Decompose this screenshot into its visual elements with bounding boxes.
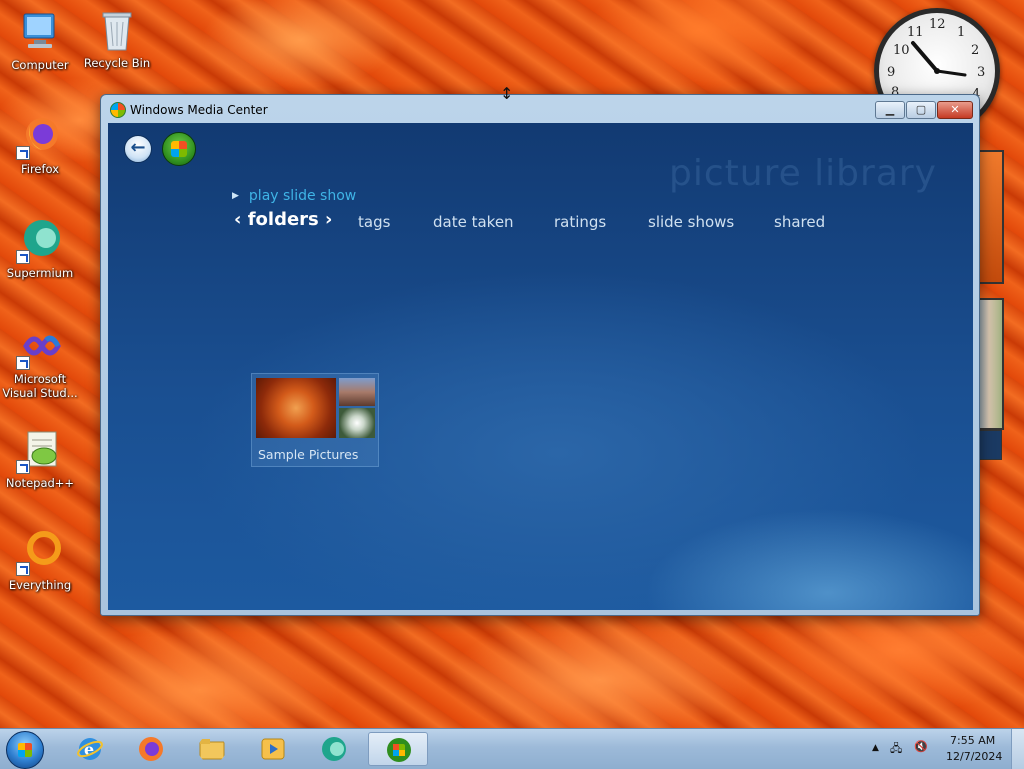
shortcut-arrow-icon [16, 562, 30, 576]
folder-thumbnail-main [256, 378, 336, 438]
section-title: picture library [668, 153, 937, 194]
notepad-plus-plus-icon [16, 426, 64, 474]
desktop-icon-computer[interactable]: Computer [0, 8, 80, 72]
show-hidden-icons-icon[interactable]: ▲ [872, 743, 879, 753]
tab-shared[interactable]: shared [774, 213, 825, 231]
visual-studio-icon [16, 322, 64, 370]
tab-ratings[interactable]: ratings [554, 213, 606, 231]
desktop-icon-label: Firefox [20, 162, 60, 176]
clock-date[interactable]: 12/7/2024 [946, 750, 1002, 763]
window-titlebar[interactable]: Windows Media Center ▁ ▢ ✕ [101, 95, 979, 123]
chevron-left-icon: ‹ [234, 209, 242, 230]
taskbar: e ▲ 🖧 🔇 7:55 AM 12/7/2024 [0, 728, 1024, 769]
shortcut-arrow-icon [16, 146, 30, 160]
calendar-gadget[interactable] [976, 150, 1004, 284]
desktop-icon-label: Everything [8, 578, 72, 592]
shortcut-arrow-icon [16, 250, 30, 264]
everything-search-icon [16, 528, 64, 576]
file-explorer-icon [199, 739, 225, 760]
system-tray: ▲ 🖧 🔇 7:55 AM 12/7/2024 [864, 729, 1024, 769]
desktop-icon-recycle-bin[interactable]: Recycle Bin [77, 6, 157, 70]
desktop-icon-everything[interactable]: Everything [0, 528, 80, 592]
media-player-icon [261, 738, 285, 760]
maximize-button[interactable]: ▢ [906, 101, 936, 119]
taskbar-file-explorer[interactable] [184, 732, 240, 766]
network-icon[interactable]: 🖧 [890, 740, 902, 759]
volume-muted-icon[interactable]: 🔇 [914, 740, 928, 753]
desktop-icon-label: Microsoft Visual Stud... [2, 372, 78, 400]
desktop-icon-notepad-plus-plus[interactable]: Notepad++ [0, 426, 80, 490]
media-center-icon [110, 102, 126, 118]
desktop-icon-firefox[interactable]: Firefox [0, 112, 80, 176]
slideshow-gadget[interactable] [976, 298, 1004, 430]
desktop-icon-label: Recycle Bin [83, 56, 151, 70]
folder-tile[interactable]: Sample Pictures [251, 373, 379, 467]
firefox-icon [16, 112, 64, 160]
supermium-icon [322, 737, 346, 761]
media-center-start-button[interactable] [162, 132, 196, 166]
taskbar-firefox[interactable] [123, 732, 179, 766]
taskbar-internet-explorer[interactable]: e [62, 732, 118, 766]
play-triangle-icon: ▶ [232, 191, 239, 201]
taskbar-media-player[interactable] [245, 732, 301, 766]
desktop-icon-supermium[interactable]: Supermium [0, 216, 80, 280]
chevron-right-icon: › [325, 209, 333, 230]
minimize-button[interactable]: ▁ [875, 101, 905, 119]
folder-thumbnail-small [339, 408, 375, 438]
resize-cursor-icon: ↕ [500, 84, 514, 103]
window-title: Windows Media Center [130, 103, 268, 117]
close-button[interactable]: ✕ [937, 101, 973, 119]
back-arrow-icon[interactable]: ← [124, 135, 152, 163]
recycle-bin-icon [93, 6, 141, 54]
desktop-icon-visual-studio[interactable]: Microsoft Visual Stud... [0, 322, 80, 400]
desktop-icon-label: Computer [11, 58, 69, 72]
show-desktop-button[interactable] [1011, 729, 1024, 769]
start-button[interactable] [6, 731, 44, 769]
desktop-icon-label: Supermium [6, 266, 74, 280]
firefox-icon [139, 737, 163, 761]
tab-slide-shows[interactable]: slide shows [648, 213, 734, 231]
play-slide-show-link[interactable]: ▶ play slide show [232, 188, 356, 204]
taskbar-media-center[interactable] [368, 732, 428, 766]
media-center-icon [387, 738, 411, 762]
desktop-icon-label: Notepad++ [5, 476, 75, 490]
shortcut-arrow-icon [16, 356, 30, 370]
folder-label: Sample Pictures [258, 447, 359, 462]
tab-folders[interactable]: ‹ folders › [234, 209, 332, 230]
computer-icon [16, 8, 64, 56]
clock-time[interactable]: 7:55 AM [950, 734, 995, 747]
tab-label: folders [247, 209, 319, 230]
media-center-window[interactable]: Windows Media Center ▁ ▢ ✕ ← picture lib… [100, 94, 980, 616]
media-center-content: ← picture library ▶ play slide show ‹ fol… [108, 123, 973, 610]
tab-tags[interactable]: tags [358, 213, 390, 231]
shortcut-arrow-icon [16, 460, 30, 474]
play-slide-show-label: play slide show [248, 188, 357, 204]
supermium-icon [16, 216, 64, 264]
taskbar-supermium[interactable] [306, 732, 362, 766]
internet-explorer-icon: e [77, 738, 103, 760]
tab-date-taken[interactable]: date taken [433, 213, 514, 231]
folder-thumbnail-small [339, 378, 375, 406]
